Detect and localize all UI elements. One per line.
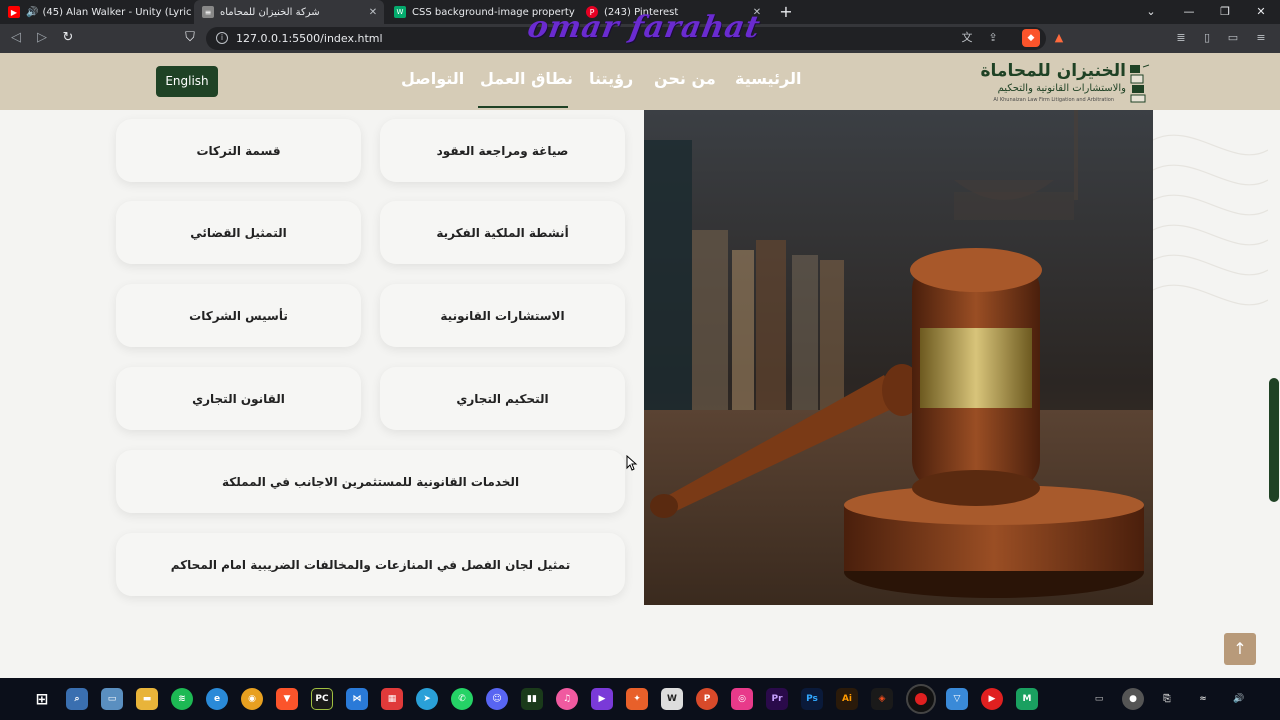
chrome-icon[interactable]: ◉ bbox=[241, 688, 263, 710]
illustrator-icon[interactable]: Ai bbox=[836, 688, 858, 710]
playlist-icon[interactable]: ≣ bbox=[1172, 29, 1190, 47]
brave-shield-icon[interactable]: ◆ bbox=[1022, 29, 1040, 47]
youtube-app-icon[interactable]: ▶ bbox=[981, 688, 1003, 710]
wifi-icon[interactable]: ≈ bbox=[1192, 688, 1214, 710]
service-card-wide[interactable]: تمثيل لجان الفصل في المنازعات والمخالفات… bbox=[116, 533, 625, 596]
info-icon[interactable]: i bbox=[216, 32, 228, 44]
service-card[interactable]: تأسيس الشركات bbox=[116, 284, 361, 347]
reload-icon[interactable]: ↻ bbox=[58, 28, 78, 48]
windows-taskbar: ⊞ ⌕ ▭ ▬ ≋ e ◉ ▼ PC ⋈ ▦ ➤ ✆ ☺ ▮▮ ♫ ▶ ✦ W … bbox=[0, 678, 1280, 720]
forward-icon[interactable]: ▷ bbox=[32, 28, 52, 48]
tab-youtube[interactable]: ▶ 🔊 (45) Alan Walker - Unity (Lyrics) ft… bbox=[0, 0, 192, 24]
service-card[interactable]: الاستشارات القانونية bbox=[380, 284, 625, 347]
user-icon[interactable]: ● bbox=[1122, 688, 1144, 710]
new-tab-button[interactable]: + bbox=[776, 2, 796, 22]
search-icon[interactable]: ⌕ bbox=[66, 688, 88, 710]
site-header: English التواصل نطاق العمل رؤيتنا من نحن… bbox=[0, 53, 1280, 110]
mouse-cursor-icon bbox=[626, 455, 638, 471]
photoshop-icon[interactable]: Ps bbox=[801, 688, 823, 710]
video-editor-icon[interactable]: ▶ bbox=[591, 688, 613, 710]
minimize-button[interactable]: — bbox=[1172, 0, 1206, 24]
speaker-icon[interactable]: 🔊 bbox=[26, 7, 38, 18]
translate-icon[interactable]: 文 bbox=[958, 29, 976, 47]
w3schools-icon: W bbox=[394, 6, 406, 18]
site-logo-icon: ≡ bbox=[202, 6, 214, 18]
volume-icon[interactable]: 🔊 bbox=[1228, 688, 1250, 710]
close-icon[interactable]: ✕ bbox=[366, 7, 380, 18]
spotify-icon[interactable]: ≋ bbox=[171, 688, 193, 710]
file-explorer-icon[interactable]: ▬ bbox=[136, 688, 158, 710]
site-logo[interactable]: الخنيزان للمحاماة والاستشارات القانونية … bbox=[946, 59, 1154, 107]
vpn-icon[interactable]: ▽ bbox=[946, 688, 968, 710]
service-card[interactable]: التحكيم التجاري bbox=[380, 367, 625, 430]
nav-home[interactable]: الرئيسية bbox=[735, 69, 802, 88]
scrollbar-thumb[interactable] bbox=[1269, 378, 1279, 502]
watermark-text: omar farahat bbox=[524, 10, 764, 45]
app-icon[interactable]: M bbox=[1016, 688, 1038, 710]
vscode-icon[interactable]: ⋈ bbox=[346, 688, 368, 710]
share-icon[interactable]: ⇪ bbox=[984, 29, 1002, 47]
tab-search-icon[interactable]: ⌄ bbox=[1134, 0, 1168, 24]
restore-button[interactable]: ❐ bbox=[1208, 0, 1242, 24]
premiere-icon[interactable]: Pr bbox=[766, 688, 788, 710]
language-button[interactable]: English bbox=[156, 66, 218, 97]
whatsapp-icon[interactable]: ✆ bbox=[451, 688, 473, 710]
music-icon[interactable]: ♫ bbox=[556, 688, 578, 710]
brave-icon[interactable]: ▼ bbox=[276, 688, 298, 710]
nav-scope[interactable]: نطاق العمل bbox=[480, 69, 573, 88]
service-card[interactable]: التمثيل القضائي bbox=[116, 201, 361, 264]
bookmark-icon[interactable]: ⛉ bbox=[180, 28, 200, 48]
sidebar-icon[interactable]: ▯ bbox=[1198, 29, 1216, 47]
figma-icon[interactable]: ◈ bbox=[871, 688, 893, 710]
decorative-lines bbox=[1153, 134, 1268, 306]
task-view-icon[interactable]: ▭ bbox=[101, 688, 123, 710]
nav-vision[interactable]: رؤيتنا bbox=[589, 69, 633, 88]
nav-about[interactable]: من نحن bbox=[654, 69, 716, 88]
keyboard-icon[interactable]: ▭ bbox=[1088, 688, 1110, 710]
close-window-button[interactable]: ✕ bbox=[1244, 0, 1278, 24]
service-card[interactable]: القانون التجاري bbox=[116, 367, 361, 430]
gavel-image bbox=[644, 110, 1153, 605]
fl-studio-icon[interactable]: ✦ bbox=[626, 688, 648, 710]
screen-recorder-icon[interactable] bbox=[906, 684, 936, 714]
active-nav-indicator bbox=[478, 106, 568, 108]
service-card-wide[interactable]: الخدمات القانونية للمستثمرين الاجانب في … bbox=[116, 450, 625, 513]
telegram-icon[interactable]: ➤ bbox=[416, 688, 438, 710]
wallet-icon[interactable]: ▭ bbox=[1224, 29, 1242, 47]
network-icon[interactable]: ⎘ bbox=[1156, 688, 1178, 710]
menu-icon[interactable]: ≡ bbox=[1252, 29, 1270, 47]
back-to-top-button[interactable]: ↑ bbox=[1224, 633, 1256, 665]
service-card[interactable]: أنشطة الملكية الفكرية bbox=[380, 201, 625, 264]
windows-start-icon[interactable]: ⊞ bbox=[31, 688, 53, 710]
back-icon[interactable]: ◁ bbox=[6, 28, 26, 48]
youtube-icon: ▶ bbox=[8, 6, 20, 18]
tab-active-site[interactable]: ≡ شركة الخنيزان للمحاماه ✕ bbox=[194, 0, 384, 24]
edge-icon[interactable]: e bbox=[206, 688, 228, 710]
chart-app-icon[interactable]: ▮▮ bbox=[521, 688, 543, 710]
word-icon[interactable]: W bbox=[661, 688, 683, 710]
service-card[interactable]: صياغة ومراجعة العقود bbox=[380, 119, 625, 182]
camera-icon[interactable]: ◎ bbox=[731, 688, 753, 710]
pycharm-icon[interactable]: PC bbox=[311, 688, 333, 710]
discord-icon[interactable]: ☺ bbox=[486, 688, 508, 710]
nav-contact[interactable]: التواصل bbox=[401, 69, 464, 88]
service-card[interactable]: قسمة التركات bbox=[116, 119, 361, 182]
office-icon[interactable]: ▦ bbox=[381, 688, 403, 710]
brave-rewards-icon[interactable]: ▲ bbox=[1050, 29, 1068, 47]
logo-books-icon bbox=[1130, 64, 1150, 103]
powerpoint-icon[interactable]: P bbox=[696, 688, 718, 710]
